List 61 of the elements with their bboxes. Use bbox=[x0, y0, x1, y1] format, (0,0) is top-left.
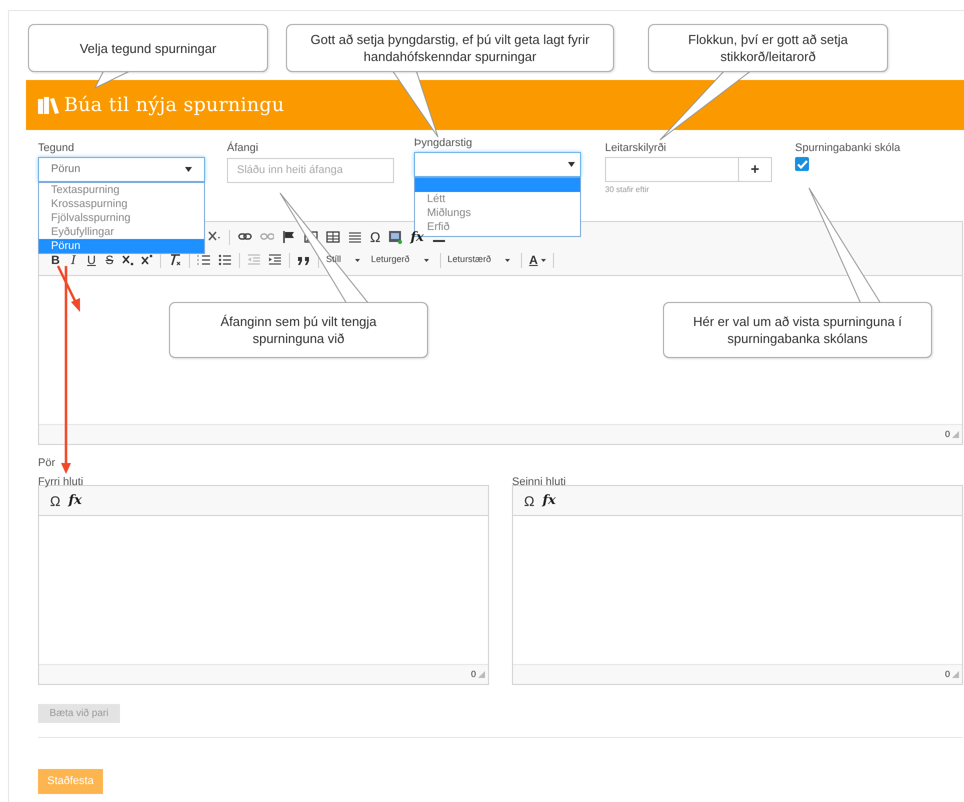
dropdown-option[interactable]: Textaspurning bbox=[39, 183, 204, 197]
field-label: Þyngdarstig bbox=[414, 136, 474, 151]
caret-icon bbox=[355, 258, 360, 262]
caret-icon bbox=[540, 258, 546, 262]
formula-button[interactable]: fx bbox=[542, 494, 556, 507]
strikethrough-button[interactable]: S bbox=[104, 251, 115, 269]
course-input[interactable]: Sláðu inn heiti áfanga bbox=[227, 158, 394, 182]
callout-pointer bbox=[391, 70, 438, 138]
caret-icon bbox=[568, 162, 575, 167]
clear-format-icon[interactable] bbox=[168, 253, 182, 267]
italic-button[interactable]: I bbox=[68, 251, 79, 269]
search-terms-input[interactable] bbox=[605, 157, 739, 182]
special-character-button[interactable]: Ω bbox=[370, 230, 380, 244]
resize-handle-icon[interactable] bbox=[952, 671, 959, 678]
subscript-icon[interactable] bbox=[122, 253, 134, 267]
resize-handle-icon[interactable] bbox=[478, 671, 485, 678]
bold-button[interactable]: B bbox=[50, 251, 61, 269]
section-label: Pör bbox=[38, 456, 56, 471]
superscript-icon[interactable] bbox=[141, 253, 153, 267]
special-character-button[interactable]: Ω bbox=[50, 494, 60, 508]
special-character-button[interactable]: Ω bbox=[524, 494, 534, 508]
field-label: Áfangi bbox=[227, 140, 260, 156]
books-icon bbox=[38, 96, 60, 114]
field-label: Fyrri hluti bbox=[38, 475, 84, 485]
field-label: Tegund bbox=[38, 141, 76, 156]
table-icon[interactable] bbox=[326, 230, 340, 244]
callout: Áfanginn sem þú vilt tengja spurninguna við bbox=[169, 302, 428, 358]
numbered-list-icon[interactable] bbox=[197, 253, 211, 267]
dropdown-option[interactable]: Eyðufyllingar bbox=[39, 225, 204, 239]
indent-icon[interactable] bbox=[268, 253, 282, 267]
dropdown-option[interactable]: Fjölvalsspurning bbox=[39, 211, 204, 225]
field-label: Leitarskilyrði bbox=[605, 141, 668, 156]
caret-icon bbox=[424, 258, 429, 262]
image-icon[interactable] bbox=[388, 230, 402, 244]
type-select[interactable]: Pörun bbox=[38, 157, 205, 182]
underline-button[interactable]: U bbox=[86, 251, 97, 269]
flag-icon[interactable] bbox=[282, 230, 296, 244]
character-count-hint: 30 stafir eftir bbox=[605, 184, 650, 196]
checkbox[interactable] bbox=[795, 157, 809, 171]
style-dropdown[interactable]: Leturgerð bbox=[371, 253, 429, 267]
dropdown-option[interactable]: Létt bbox=[415, 192, 580, 206]
formula-button[interactable]: fx bbox=[68, 494, 82, 507]
add-button[interactable]: + bbox=[739, 157, 772, 182]
caret-icon bbox=[185, 167, 192, 172]
page-title: Búa til nýja spurningu bbox=[64, 92, 284, 118]
dropdown-option[interactable]: Krossaspurning bbox=[39, 197, 204, 211]
word-count: 0 bbox=[944, 428, 950, 441]
field-label: Seinni hluti bbox=[512, 475, 567, 485]
lines-icon[interactable] bbox=[348, 230, 362, 244]
bullet-list-icon[interactable] bbox=[218, 253, 232, 267]
style-dropdown[interactable]: Leturstærð bbox=[448, 253, 510, 267]
resize-handle-icon[interactable] bbox=[952, 431, 959, 438]
callout: Flokkun, því er gott að setja stikkorð/leitarorð bbox=[648, 24, 888, 72]
word-count: 0 bbox=[944, 668, 950, 681]
text-color-button[interactable]: A bbox=[529, 251, 546, 269]
caret-icon bbox=[505, 258, 510, 262]
callout: Hér er val um að vista spurninguna í spurningabanka skólans bbox=[663, 302, 932, 358]
style-dropdown[interactable]: Stíll bbox=[326, 253, 360, 267]
dropdown-option[interactable]: Miðlungs bbox=[415, 206, 580, 220]
field-label: Spurningabanki skóla bbox=[795, 141, 902, 156]
word-count: 0 bbox=[470, 668, 476, 681]
